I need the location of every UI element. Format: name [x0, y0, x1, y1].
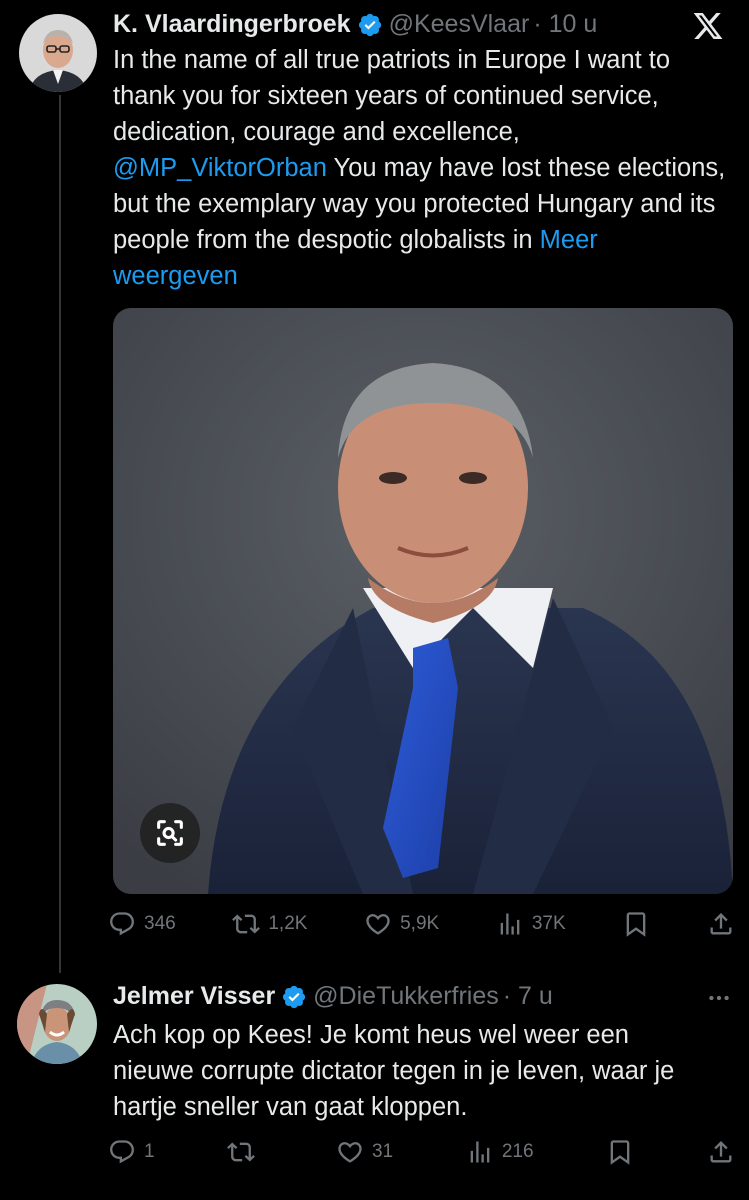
- share-icon: [710, 913, 732, 935]
- bookmark-button[interactable]: [622, 910, 650, 938]
- reply-author-avatar[interactable]: [17, 984, 97, 1064]
- tweet-text-part-1: In the name of all true patriots in Euro…: [113, 46, 671, 146]
- views-icon: [500, 913, 520, 935]
- tweet-photo[interactable]: [113, 308, 733, 894]
- share-icon: [710, 1141, 732, 1163]
- heart-icon: [338, 1142, 362, 1163]
- reply-like-count: 31: [371, 1141, 394, 1162]
- visual-search-button[interactable]: [140, 803, 200, 863]
- like-count: 5,9K: [400, 913, 440, 934]
- reply-author-handle[interactable]: @DieTukkerfries: [313, 982, 499, 1011]
- reply-button[interactable]: 346: [108, 910, 176, 938]
- mention-link[interactable]: @MP_ViktorOrban: [113, 154, 327, 182]
- views-icon: [470, 1141, 490, 1163]
- share-button[interactable]: [707, 910, 735, 938]
- reply-share-button[interactable]: [707, 1138, 735, 1166]
- like-button[interactable]: 5,9K: [364, 910, 439, 938]
- verified-badge-icon: [358, 13, 381, 36]
- reply-reply-button[interactable]: 1: [108, 1138, 155, 1166]
- tweet-time[interactable]: · 10 u: [533, 10, 597, 39]
- visual-search-icon: [157, 820, 183, 846]
- reply-text: Ach kop op Kees! Je komt heus wel weer e…: [113, 1021, 675, 1121]
- reply-action-bar: 1 31 216: [108, 1138, 735, 1166]
- bookmark-icon: [626, 912, 646, 937]
- bookmark-icon: [610, 1140, 630, 1165]
- repost-button[interactable]: 1,2K: [232, 910, 307, 938]
- tweet-header: K. Vlaardingerbroek @KeesVlaar · 10 u: [113, 10, 597, 39]
- verified-badge-icon: [283, 985, 306, 1008]
- tweet-action-bar: 346 1,2K 5,9K 37K: [108, 910, 735, 938]
- more-icon[interactable]: [706, 985, 732, 1011]
- reply-repost-button[interactable]: [227, 1138, 263, 1166]
- reply-bookmark-button[interactable]: [606, 1138, 634, 1166]
- reply-count: 346: [144, 913, 176, 934]
- author-avatar[interactable]: [19, 14, 97, 92]
- author-handle[interactable]: @KeesVlaar: [389, 10, 530, 39]
- reply-icon: [110, 912, 134, 936]
- reply-icon: [110, 1140, 134, 1164]
- reply-time[interactable]: · 7 u: [503, 982, 553, 1011]
- reply-views-button[interactable]: 216: [466, 1138, 534, 1166]
- repost-count: 1,2K: [268, 913, 308, 934]
- views-button[interactable]: 37K: [496, 910, 566, 938]
- reply-like-button[interactable]: 31: [336, 1138, 393, 1166]
- repost-icon: [232, 914, 261, 934]
- thread-connector-line: [59, 95, 61, 973]
- author-name[interactable]: K. Vlaardingerbroek: [113, 10, 351, 39]
- portrait-image: [113, 308, 733, 894]
- views-count: 37K: [531, 913, 566, 934]
- repost-icon: [227, 1142, 256, 1162]
- reply-header: Jelmer Visser @DieTukkerfries · 7 u: [113, 982, 553, 1011]
- reply-views-count: 216: [501, 1141, 534, 1162]
- reply-reply-count: 1: [144, 1141, 155, 1162]
- x-logo-icon[interactable]: [690, 10, 726, 42]
- heart-icon: [366, 914, 390, 935]
- reply-author-name[interactable]: Jelmer Visser: [113, 982, 275, 1011]
- tweet-text: In the name of all true patriots in Euro…: [113, 42, 728, 294]
